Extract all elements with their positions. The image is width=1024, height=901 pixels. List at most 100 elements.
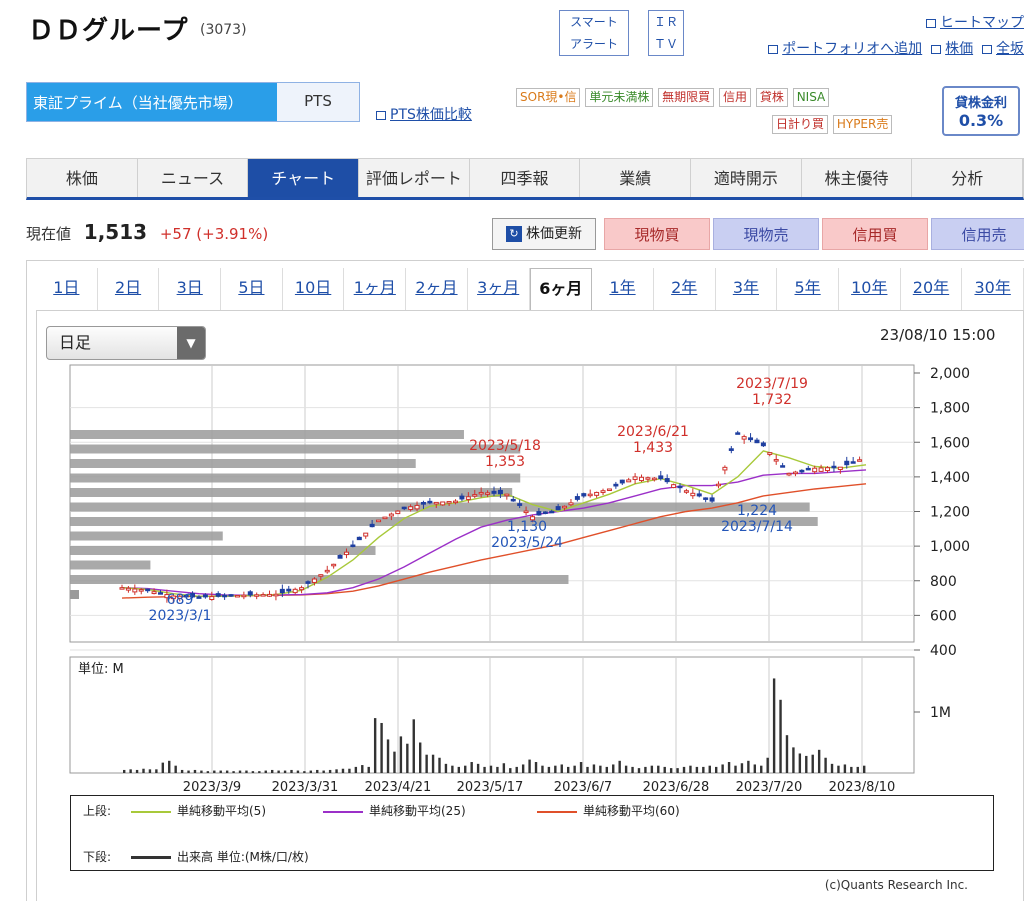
volume-bar [219, 770, 222, 773]
volume-bar [148, 769, 152, 773]
candle-body [780, 465, 786, 468]
candle-body [735, 432, 741, 435]
candle-body [683, 490, 689, 493]
candle-body [658, 475, 664, 480]
volume-bar [180, 769, 184, 773]
candle-body [376, 519, 382, 523]
volume-bar [586, 766, 589, 773]
candle-body [632, 476, 638, 480]
price-tick-label: 600 [930, 608, 957, 624]
volume-bar [509, 768, 512, 773]
candle-body [587, 493, 593, 497]
volume-bar [605, 766, 609, 773]
candle-body [664, 478, 670, 483]
candle-body [696, 493, 702, 497]
volume-bar [251, 771, 255, 773]
volume-bar [155, 769, 158, 773]
candle-body [767, 452, 773, 455]
candle-body [651, 477, 657, 481]
volume-bar [303, 771, 306, 773]
candle-body [748, 437, 754, 441]
volume-bar [863, 765, 866, 773]
volume-bar [444, 763, 448, 773]
volume-bar [631, 766, 634, 773]
annotation-value: 1,353 [485, 454, 525, 470]
annotation-value: 1,130 [507, 519, 547, 535]
candle-body [395, 510, 401, 515]
volume-tick-label: 1M [930, 705, 951, 721]
volume-bar [419, 742, 422, 773]
price-tick-label: 1,800 [930, 401, 970, 417]
volume-profile-bar [70, 430, 464, 439]
candle-body [613, 483, 619, 487]
volume-bar [644, 766, 647, 773]
volume-profile-bar [70, 590, 79, 599]
volume-bar [843, 764, 847, 773]
volume-bar [489, 765, 493, 773]
candle-body [626, 479, 632, 483]
volume-bar [335, 769, 338, 773]
volume-bar [637, 768, 641, 773]
candle-body [260, 594, 266, 597]
volume-bar [406, 743, 409, 773]
candle-body [799, 469, 805, 473]
candle-body [299, 587, 305, 591]
volume-bar [805, 755, 808, 773]
volume-bar [483, 766, 486, 773]
candle-body [792, 471, 798, 475]
volume-bar [856, 766, 859, 773]
candle-body [388, 513, 394, 517]
candle-body [850, 461, 856, 464]
volume-bar [348, 768, 351, 773]
candle-body [408, 506, 414, 510]
candle-body [343, 551, 349, 556]
volume-bar [309, 770, 313, 773]
candle-body [568, 502, 574, 506]
volume-x-label: 2023/7/20 [736, 780, 803, 795]
price-tick-label: 1,000 [930, 539, 970, 555]
candle-body [523, 510, 529, 514]
candle-body [555, 506, 561, 511]
volume-profile-bar [70, 473, 521, 483]
candle-body [254, 594, 260, 597]
volume-bar [708, 765, 711, 773]
volume-bar [129, 769, 132, 773]
candle-body [709, 497, 715, 502]
volume-bar [779, 699, 782, 773]
candle-body [574, 496, 580, 500]
volume-bar [547, 766, 551, 773]
volume-bar [245, 770, 248, 773]
volume-bar [425, 754, 428, 773]
candle-body [690, 492, 696, 497]
candle-body [485, 492, 491, 495]
candle-body [619, 479, 625, 484]
volume-profile-bar [70, 459, 416, 468]
volume-profile-bar [70, 517, 818, 526]
price-tick-label: 1,400 [930, 470, 970, 486]
volume-bar [534, 762, 538, 773]
candle-body [671, 484, 677, 489]
candle-body [760, 442, 766, 447]
volume-x-label: 2023/3/9 [183, 780, 241, 795]
candle-body [645, 477, 651, 480]
candle-body [273, 593, 279, 597]
volume-bar [206, 771, 210, 773]
volume-bar [213, 770, 216, 773]
volume-bar [232, 771, 235, 773]
legend-volume: 出来高 単位:(M株/口/枚) [125, 848, 309, 865]
candle-body [138, 589, 144, 592]
price-chart: 2023/3/1689 2023/5/181,353 2023/5/241,130 2… [69, 364, 970, 795]
candle-body [453, 500, 459, 504]
annotation-date: 2023/7/14 [721, 519, 793, 535]
candle-body [132, 588, 138, 593]
candle-body [786, 472, 792, 476]
volume-bar [663, 766, 666, 773]
volume-bar [431, 754, 435, 773]
candle-body [356, 536, 362, 541]
price-tick-label: 1,600 [930, 435, 970, 451]
volume-bar [502, 763, 506, 773]
candle-body [292, 588, 298, 594]
candle-body [831, 465, 837, 469]
volume-bar [476, 763, 480, 773]
legend-ma5-label: 単純移動平均(5) [177, 804, 266, 818]
